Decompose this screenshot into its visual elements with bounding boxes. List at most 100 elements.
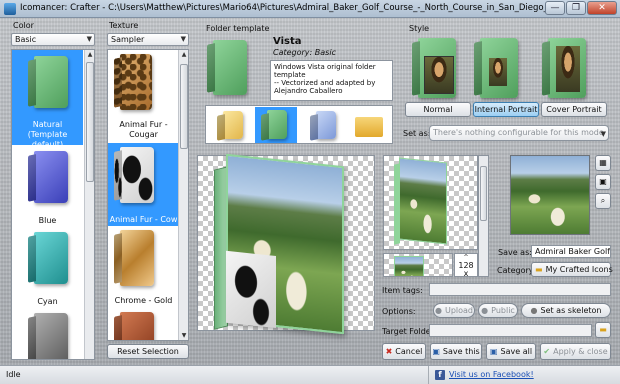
scroll-thumb[interactable]: [86, 62, 94, 182]
image-open-button[interactable]: ▣: [595, 174, 611, 190]
target-folder-input[interactable]: [429, 324, 592, 337]
style-cover-portrait-button[interactable]: Cover Portrait: [541, 102, 607, 117]
folder-icon: [355, 117, 383, 137]
texture-combo[interactable]: Sampler ▼: [107, 33, 189, 46]
scroll-up-arrow-icon[interactable]: ▲: [85, 51, 94, 58]
style-label: Style: [409, 24, 430, 33]
texture-list[interactable]: Animal Fur - Cougar Animal Fur - Cow Chr…: [107, 49, 189, 341]
save-all-icon: ▣: [489, 347, 498, 356]
main-preview-canvas: [197, 153, 375, 335]
folder-template-label: Folder template: [206, 24, 270, 33]
cancel-label: Cancel: [395, 347, 423, 356]
reset-selection-button[interactable]: Reset Selection: [107, 344, 189, 359]
texture-swatch-cow: [120, 147, 154, 203]
list-item[interactable]: Animal Fur - Cougar: [108, 50, 179, 143]
list-item[interactable]: Animal Fur - Cow: [108, 143, 179, 226]
category-button[interactable]: ▬ My Crafted Icons: [531, 262, 613, 277]
list-item-label: Animal Fur - Cougar: [119, 120, 168, 139]
size-preview-small: [383, 253, 453, 277]
status-text: Idle: [6, 370, 21, 379]
save-icon: ▣: [432, 347, 440, 356]
size-readout: ^ 128 x: [454, 253, 478, 278]
folder-front-image: [394, 256, 424, 276]
template-preview-folder: [213, 40, 247, 95]
apply-close-button[interactable]: ✔ Apply & close: [540, 343, 611, 360]
color-combo[interactable]: Basic ▼: [11, 33, 95, 46]
texture-combo-value: Sampler: [111, 35, 145, 44]
folder-icon: ▬: [599, 325, 607, 334]
title-bar: Icomancer: Crafter - C:\Users\Matthew\Pi…: [0, 0, 620, 18]
list-item[interactable]: Blue: [12, 145, 83, 230]
style-internal-portrait-button[interactable]: Internal Portrait: [473, 102, 539, 117]
close-button[interactable]: ✕: [587, 1, 617, 15]
app-icon: [4, 3, 16, 15]
template-name: Vista: [273, 36, 302, 47]
set-as-skeleton-toggle[interactable]: ● Set as skeleton: [521, 303, 611, 318]
template-thumb-vista-green[interactable]: [255, 107, 297, 143]
radio-icon: ●: [434, 306, 442, 315]
save-this-button[interactable]: ▣ Save this: [430, 343, 482, 360]
facebook-link[interactable]: Visit us on Facebook!: [449, 370, 534, 379]
texture-swatch-cougar: [120, 54, 152, 110]
texture-label: Texture: [109, 21, 139, 30]
color-list[interactable]: Natural (Template default) Blue Cyan ▲: [11, 49, 95, 360]
maximize-button[interactable]: ❐: [566, 1, 586, 15]
folder-swatch-cyan: [34, 232, 68, 284]
check-icon: ✔: [543, 347, 551, 356]
scroll-thumb[interactable]: [480, 166, 487, 221]
upload-label: Upload: [444, 306, 473, 315]
chevron-down-icon: ▼: [86, 35, 92, 43]
size-preview-scrollbar[interactable]: [478, 155, 489, 277]
color-list-scrollbar[interactable]: ▲: [84, 50, 94, 359]
upload-toggle[interactable]: ● Upload: [433, 303, 475, 318]
list-item[interactable]: Chrome - Gold: [108, 226, 179, 306]
template-thumb-vista-yellow[interactable]: [213, 109, 248, 141]
folder-swatch-gray: [34, 313, 68, 359]
save-as-input[interactable]: Admiral Baker Golf Cou: [531, 245, 611, 258]
apply-close-label: Apply & close: [553, 347, 608, 356]
list-item-label: Blue: [38, 216, 57, 225]
list-item-label: Cyan: [37, 297, 58, 306]
window-title: Icomancer: Crafter - C:\Users\Matthew\Pi…: [20, 3, 565, 13]
cancel-button[interactable]: ✖ Cancel: [382, 343, 426, 360]
list-item-label: Animal Fur - Cow: [109, 215, 178, 224]
folder-swatch-green: [34, 56, 68, 108]
set-as-combo[interactable]: There's nothing configurable for this mo…: [429, 125, 609, 141]
image-search-button[interactable]: ⌕: [595, 193, 611, 209]
grid-icon: ▦: [599, 158, 607, 167]
public-label: Public: [491, 306, 515, 315]
template-category: Category: Basic: [273, 48, 336, 57]
template-thumb-strip[interactable]: [205, 105, 393, 144]
list-item[interactable]: [108, 306, 179, 340]
search-icon: ⌕: [600, 196, 606, 205]
folder-icon: ▬: [535, 265, 543, 274]
scroll-thumb[interactable]: [180, 64, 188, 149]
scroll-up-arrow-icon[interactable]: ▲: [179, 51, 188, 58]
list-item[interactable]: Natural (Template default): [12, 50, 83, 149]
minimize-button[interactable]: —: [545, 1, 565, 15]
style-normal-button[interactable]: Normal: [405, 102, 471, 117]
texture-list-scrollbar[interactable]: ▲ ▼: [178, 50, 188, 340]
portrait-image: [424, 56, 454, 94]
list-item[interactable]: Cyan: [12, 230, 83, 310]
list-item[interactable]: [12, 310, 83, 359]
source-image[interactable]: [510, 155, 590, 235]
item-tags-label: Item tags:: [382, 286, 423, 295]
image-tool-button[interactable]: ▦: [595, 155, 611, 171]
folder-front-image: [226, 153, 344, 335]
size-preview-large: [383, 155, 478, 250]
browse-folder-button[interactable]: ▬: [595, 322, 611, 338]
texture-swatch-gold: [120, 230, 154, 286]
item-tags-input[interactable]: [429, 283, 611, 296]
scroll-down-arrow-icon[interactable]: ▼: [179, 332, 188, 339]
color-combo-value: Basic: [15, 35, 37, 44]
public-toggle[interactable]: ● Public: [478, 303, 518, 318]
portrait-image: [556, 46, 580, 92]
radio-icon: ●: [481, 306, 489, 315]
status-divider: [428, 366, 429, 384]
template-thumb-vista-blue[interactable]: [306, 109, 341, 141]
save-all-button[interactable]: ▣ Save all: [486, 343, 536, 360]
template-thumb-xp-yellow[interactable]: [351, 109, 386, 141]
facebook-icon: f: [435, 370, 445, 380]
category-value: My Crafted Icons: [545, 265, 613, 274]
